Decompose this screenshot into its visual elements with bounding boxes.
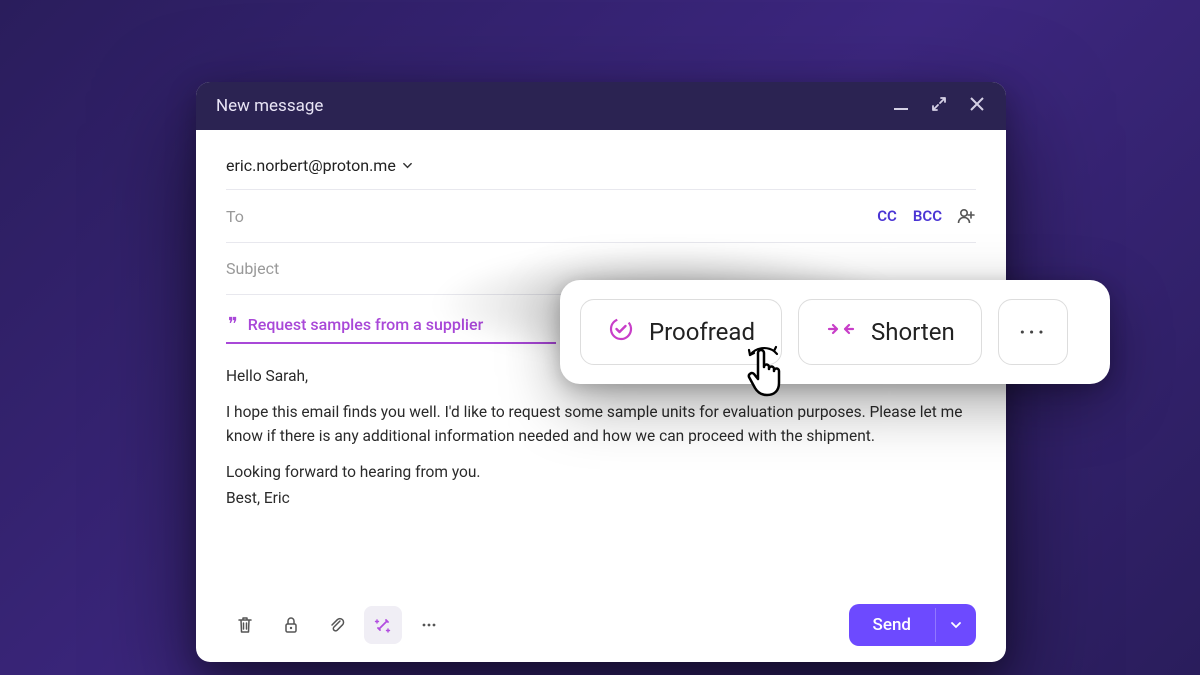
- delete-button[interactable]: [226, 606, 264, 644]
- shorten-label: Shorten: [871, 318, 955, 346]
- ai-wand-button[interactable]: [364, 606, 402, 644]
- body-signoff: Best, Eric: [226, 486, 976, 510]
- from-email: eric.norbert@proton.me: [226, 156, 396, 175]
- from-row[interactable]: eric.norbert@proton.me: [226, 148, 976, 190]
- proofread-label: Proofread: [649, 318, 755, 346]
- body-para2: Looking forward to hearing from you.: [226, 460, 976, 484]
- encrypt-button[interactable]: [272, 606, 310, 644]
- send-dropdown-button[interactable]: [935, 608, 976, 642]
- window-title: New message: [216, 96, 892, 116]
- ai-more-button[interactable]: ···: [998, 299, 1068, 365]
- add-contact-icon[interactable]: [956, 206, 976, 226]
- to-row: To CC BCC: [226, 190, 976, 243]
- bcc-button[interactable]: BCC: [913, 207, 942, 225]
- ai-suggestion-chip[interactable]: ❞ Request samples from a supplier: [226, 307, 556, 344]
- cc-button[interactable]: CC: [877, 207, 897, 225]
- more-dots-icon: ···: [1019, 316, 1047, 349]
- proofread-button[interactable]: Proofread: [580, 299, 782, 365]
- compose-toolbar: Send: [196, 588, 1006, 662]
- email-body-text[interactable]: Hello Sarah, I hope this email finds you…: [226, 364, 976, 522]
- expand-icon[interactable]: [930, 95, 948, 117]
- shorten-button[interactable]: Shorten: [798, 299, 982, 365]
- close-icon[interactable]: [968, 95, 986, 117]
- send-button[interactable]: Send: [849, 604, 935, 646]
- body-para1: I hope this email finds you well. I'd li…: [226, 400, 976, 448]
- proofread-icon: [607, 315, 635, 349]
- to-input[interactable]: To: [226, 207, 861, 226]
- ai-popover: Proofread Shorten ···: [560, 280, 1110, 384]
- minimize-icon[interactable]: [892, 95, 910, 117]
- attach-button[interactable]: [318, 606, 356, 644]
- send-button-group: Send: [849, 604, 976, 646]
- quote-icon: ❞: [228, 316, 238, 334]
- shorten-icon: [825, 315, 857, 349]
- window-actions: [892, 95, 986, 117]
- window-titlebar: New message: [196, 82, 1006, 130]
- suggestion-text: Request samples from a supplier: [248, 315, 484, 334]
- chevron-down-icon: [402, 156, 413, 175]
- more-options-button[interactable]: [410, 606, 448, 644]
